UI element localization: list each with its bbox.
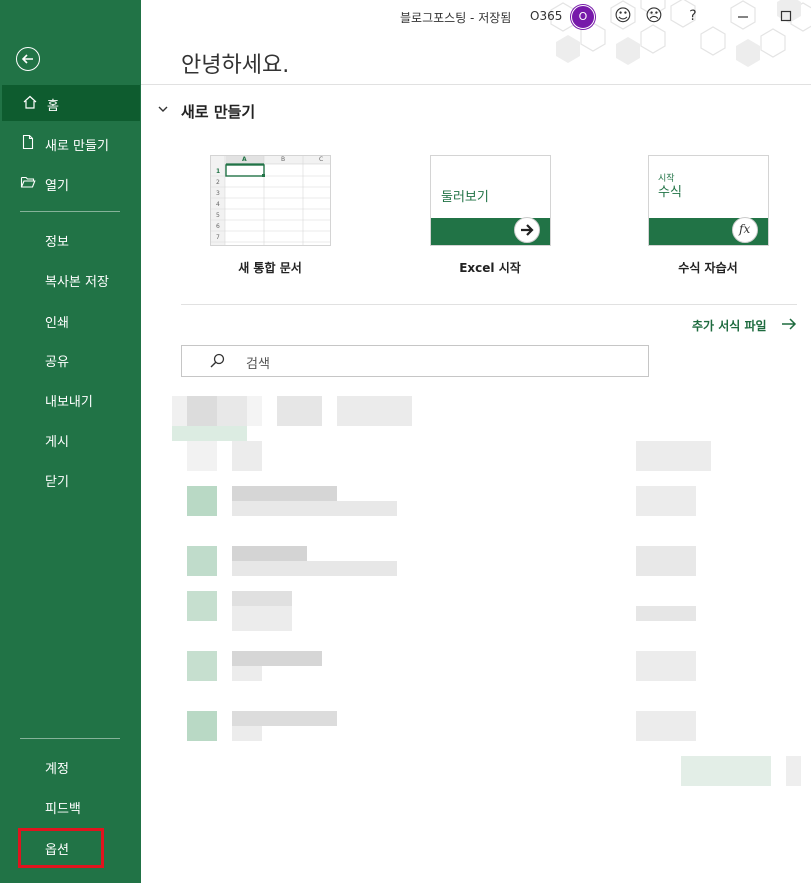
greeting-heading: 안녕하세요. [181, 53, 290, 78]
sidebar-item-share[interactable]: 공유 [0, 341, 141, 377]
sidebar-item-label: 계정 [45, 762, 69, 777]
templates-divider [181, 304, 797, 305]
excel-tour-thumbnail[interactable]: 둘러보기 [430, 155, 551, 246]
thumbnail-text: 둘러보기 [441, 190, 489, 205]
sidebar-item-label: 홈 [47, 99, 59, 114]
new-section-title: 새로 만들기 [181, 103, 256, 121]
row-header: 3 [216, 190, 220, 197]
sidebar-item-label: 게시 [45, 435, 69, 450]
sidebar-item-label: 열기 [45, 179, 69, 194]
thumbnail-text: 수식 [658, 185, 682, 200]
sidebar-item-label: 피드백 [45, 802, 81, 817]
column-header-c: C [319, 156, 324, 163]
spreadsheet-grid-icon [211, 156, 330, 245]
row-header: 4 [216, 201, 220, 208]
minimize-icon[interactable] [733, 6, 753, 26]
column-header-b: B [281, 156, 286, 163]
sidebar-item-label: 정보 [45, 235, 69, 250]
sidebar-item-publish[interactable]: 게시 [0, 421, 141, 457]
sidebar-divider [20, 211, 120, 212]
sidebar-item-info[interactable]: 정보 [0, 221, 141, 257]
arrow-right-icon [514, 217, 540, 243]
sidebar-item-label: 새로 만들기 [45, 139, 109, 154]
row-header: 5 [216, 212, 220, 219]
row-header: 1 [216, 168, 221, 175]
back-button[interactable] [16, 47, 40, 71]
account-name: O365 [530, 9, 563, 23]
row-header: 7 [216, 234, 220, 241]
blank-workbook-thumbnail[interactable]: A B C 1 2 3 4 5 6 7 [210, 155, 331, 246]
window-title: 블로그포스팅 - 저장됨 [400, 11, 512, 25]
template-label[interactable]: 수식 자습서 [633, 259, 783, 276]
row-header: 6 [216, 223, 220, 230]
title-bar: 블로그포스팅 - 저장됨 [141, 0, 811, 67]
back-arrow-icon [21, 54, 33, 64]
sidebar-item-open[interactable]: 열기 [0, 165, 141, 201]
sidebar-item-label: 닫기 [45, 475, 69, 490]
open-folder-icon [20, 176, 36, 188]
help-icon[interactable]: ? [683, 6, 703, 26]
sidebar-item-print[interactable]: 인쇄 [0, 302, 141, 338]
home-icon [23, 95, 37, 109]
options-highlight-box [18, 828, 104, 868]
formula-tutorial-thumbnail[interactable]: 시작 수식 fx [648, 155, 769, 246]
search-placeholder: 검색 [246, 357, 270, 372]
new-document-icon [22, 134, 34, 150]
smile-icon[interactable]: ☺ [613, 6, 633, 26]
frown-icon[interactable]: ☹ [644, 6, 664, 26]
avatar[interactable]: O [571, 5, 595, 29]
backstage-sidebar: 홈 새로 만들기 열기 정보 복사본 저장 인쇄 공유 내보내기 게시 닫기 계… [0, 0, 141, 883]
sidebar-item-label: 공유 [45, 355, 69, 370]
function-fx-icon: fx [732, 217, 758, 243]
thumbnail-band [431, 217, 550, 245]
sidebar-item-new[interactable]: 새로 만들기 [0, 125, 141, 161]
sidebar-item-save-copy[interactable]: 복사본 저장 [0, 261, 141, 297]
search-input[interactable]: 검색 [181, 345, 649, 377]
sidebar-item-label: 내보내기 [45, 395, 93, 410]
thumbnail-band: fx [649, 217, 768, 245]
sidebar-item-account[interactable]: 계정 [0, 748, 141, 784]
sidebar-item-close[interactable]: 닫기 [0, 461, 141, 497]
chevron-down-icon[interactable] [157, 103, 169, 115]
sidebar-item-label: 인쇄 [45, 316, 69, 331]
more-templates-link[interactable]: 추가 서식 파일 [692, 317, 767, 334]
sidebar-divider [20, 738, 120, 739]
sidebar-item-label: 복사본 저장 [45, 275, 109, 290]
search-icon [210, 353, 225, 368]
template-label[interactable]: 새 통합 문서 [195, 259, 345, 276]
row-header: 2 [216, 179, 220, 186]
sidebar-item-home[interactable]: 홈 [2, 85, 140, 121]
column-header-a: A [242, 156, 247, 163]
maximize-icon[interactable] [776, 6, 796, 26]
sidebar-item-export[interactable]: 내보내기 [0, 381, 141, 417]
header-divider [141, 84, 811, 85]
template-label[interactable]: Excel 시작 [415, 259, 565, 276]
sidebar-item-feedback[interactable]: 피드백 [0, 788, 141, 824]
arrow-right-icon[interactable] [781, 317, 797, 331]
